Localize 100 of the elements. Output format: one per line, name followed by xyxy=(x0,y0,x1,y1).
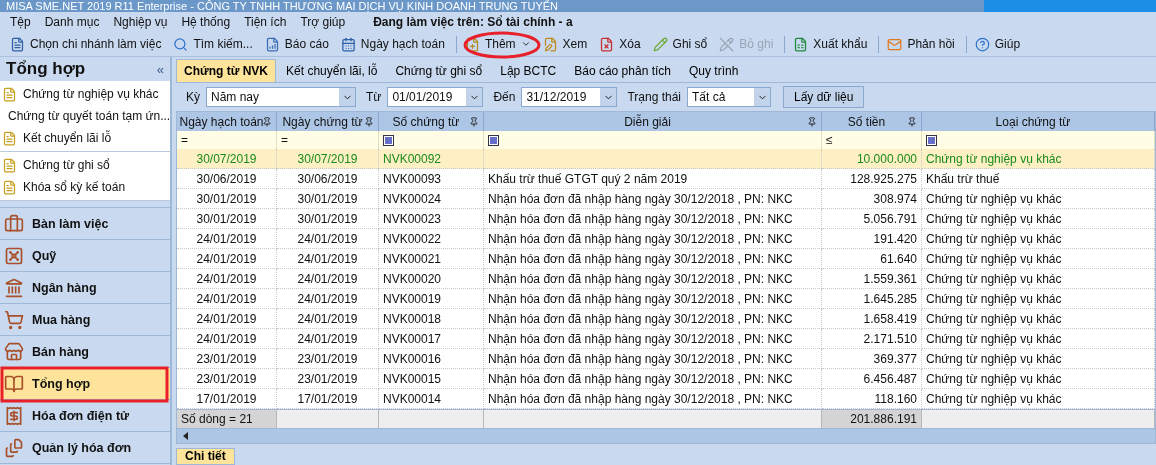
column-header[interactable]: Loại chứng từ xyxy=(922,112,1155,132)
module-button[interactable]: Tổng hợp xyxy=(0,368,170,400)
window-title: MISA SME.NET 2019 R11 Enterprise - CÔNG TY TNHH THƯƠNG MẠI DỊCH VỤ KINH DOANH TRUNG TUYẾN xyxy=(5,1,559,12)
fetch-data-button[interactable]: Lấy dữ liệu xyxy=(783,86,865,109)
toolbar-button[interactable]: Phản hồi xyxy=(878,35,959,53)
table-cell: 23/01/2019 xyxy=(277,349,379,370)
to-date-field[interactable]: 31/12/2019 xyxy=(521,87,618,108)
table-cell: 24/01/2019 xyxy=(177,309,277,330)
toolbar-button[interactable]: Báo cáo xyxy=(260,35,333,53)
report-icon xyxy=(264,36,280,52)
column-header[interactable]: Ngày hạch toán xyxy=(177,112,277,132)
table-cell: NVK00092 xyxy=(379,149,484,170)
table-cell: Khấu trừ thuế GTGT quý 2 năm 2019 xyxy=(484,169,822,190)
toolbar-button[interactable]: Ghi sổ xyxy=(648,35,712,53)
table-cell: NVK00024 xyxy=(379,189,484,210)
table-cell: Chứng từ nghiệp vụ khác xyxy=(922,389,1155,410)
tab[interactable]: Chứng từ NVK xyxy=(176,58,277,82)
document-icon xyxy=(2,157,17,173)
pin-icon xyxy=(907,116,917,127)
table-cell: 61.640 xyxy=(822,249,922,270)
column-header[interactable]: Diễn giải xyxy=(484,112,822,132)
table-cell: Chứng từ nghiệp vụ khác xyxy=(922,309,1155,330)
filter-mode-icon[interactable] xyxy=(926,134,937,146)
tab[interactable]: Chứng từ ghi sổ xyxy=(387,58,491,82)
toolbar-button[interactable]: Ngày hạch toán xyxy=(336,35,449,53)
filter-operator[interactable]: = xyxy=(181,133,188,148)
toolbar-button[interactable]: Xem xyxy=(538,35,592,53)
status-dropdown[interactable]: Tất cả xyxy=(687,87,771,108)
cart-icon xyxy=(4,309,24,330)
table-cell: Chứng từ nghiệp vụ khác xyxy=(922,349,1155,370)
pin-icon xyxy=(807,116,817,127)
toolbar-button[interactable]: Xóa xyxy=(595,35,645,53)
table-cell: 24/01/2019 xyxy=(177,249,277,270)
menu-item[interactable]: Trợ giúp xyxy=(300,15,346,29)
table-cell: 24/01/2019 xyxy=(277,229,379,250)
toolbar-button[interactable]: Xuất khẩu xyxy=(784,35,872,53)
period-dropdown[interactable]: Năm nay xyxy=(206,87,356,108)
sidebar-item[interactable]: Chứng từ ghi sổ xyxy=(0,154,170,176)
menu-item[interactable]: Nghiệp vụ xyxy=(113,15,168,29)
column-header[interactable]: Số chứng từ xyxy=(379,112,484,132)
from-date-field[interactable]: 01/01/2019 xyxy=(387,87,484,108)
table-cell: 17/01/2019 xyxy=(177,389,277,410)
toolbar-button[interactable]: Chọn chi nhánh làm việc xyxy=(6,35,166,53)
table-cell: NVK00019 xyxy=(379,289,484,310)
toolbar-button[interactable]: Tìm kiếm... xyxy=(169,35,257,53)
table-cell: 30/01/2019 xyxy=(177,189,277,210)
toolbar-button[interactable]: Giúp xyxy=(965,35,1025,53)
filter-mode-icon[interactable] xyxy=(488,134,499,146)
table-cell: 30/01/2019 xyxy=(177,209,277,230)
table-cell: NVK00017 xyxy=(379,329,484,350)
status-label: Trạng thái xyxy=(627,90,681,105)
table-cell: 128.925.275 xyxy=(822,169,922,190)
filter-operator[interactable]: = xyxy=(281,133,288,148)
toolbar-button[interactable]: Thêm xyxy=(455,35,535,53)
sidebar-item[interactable]: Chứng từ quyết toán tạm ứn... xyxy=(0,105,170,127)
table-cell: 17/01/2019 xyxy=(277,389,379,410)
column-header[interactable]: Số tiền xyxy=(822,112,922,132)
tab[interactable]: Kết chuyển lãi, lỗ xyxy=(278,58,386,82)
table-cell: 30/06/2019 xyxy=(177,169,277,190)
table-cell: Nhận hóa đơn đã nhập hàng ngày 30/12/2018 , PN: NKC xyxy=(484,329,822,350)
table-cell: 1.645.285 xyxy=(822,289,922,310)
table-cell: Chứng từ nghiệp vụ khác xyxy=(922,269,1155,290)
sidebar-item[interactable]: Khóa sổ kỳ kế toán xyxy=(0,176,170,198)
from-label: Từ xyxy=(366,90,382,105)
menu-item[interactable]: Hệ thống xyxy=(181,15,231,29)
detail-tab[interactable]: Chi tiết xyxy=(176,447,235,465)
menu-item[interactable]: Tiện ích xyxy=(244,15,287,29)
table-cell: Nhận hóa đơn đã nhập hàng ngày 30/12/2018 , PN: NKC xyxy=(484,369,822,390)
bank-icon xyxy=(4,277,24,298)
calendar-icon xyxy=(340,36,356,52)
collapse-button[interactable]: « xyxy=(156,61,164,77)
table-cell: 30/07/2019 xyxy=(277,149,379,170)
table-cell: Nhận hóa đơn đã nhập hàng ngày 30/12/2018 , PN: NKC xyxy=(484,389,822,410)
column-header[interactable]: Ngày chứng từ xyxy=(277,112,379,132)
tab[interactable]: Quy trình xyxy=(681,58,747,82)
to-label: Đến xyxy=(493,90,516,105)
table-cell: 24/01/2019 xyxy=(277,289,379,310)
table-cell: Nhận hóa đơn đã nhập hàng ngày 30/12/2018 , PN: NKC xyxy=(484,249,822,270)
menu-item[interactable]: Danh mục xyxy=(44,15,100,29)
sidebar-item[interactable]: Kết chuyển lãi lỗ xyxy=(0,127,170,149)
sidebar-item[interactable]: Chứng từ nghiệp vụ khác xyxy=(0,83,170,105)
table-cell: 23/01/2019 xyxy=(177,349,277,370)
table-cell: 2.171.510 xyxy=(822,329,922,350)
tab[interactable]: Báo cáo phân tích xyxy=(566,58,679,82)
pencil-icon xyxy=(652,36,668,52)
store-icon xyxy=(4,341,24,362)
table-cell: 30/01/2019 xyxy=(277,209,379,230)
document-list-icon xyxy=(10,36,25,52)
menu-item[interactable]: Tệp xyxy=(10,15,31,29)
caret-icon xyxy=(520,39,531,49)
filter-mode-icon[interactable] xyxy=(383,134,394,146)
table-cell: Chứng từ nghiệp vụ khác xyxy=(922,189,1155,210)
scroll-left-icon[interactable] xyxy=(183,432,188,441)
table-cell: Chứng từ nghiệp vụ khác xyxy=(922,209,1155,230)
briefcase-icon xyxy=(4,213,24,234)
filter-operator[interactable]: ≤ xyxy=(826,133,833,148)
table-cell: 118.160 xyxy=(822,389,922,410)
tab[interactable]: Lập BCTC xyxy=(492,58,565,82)
table-cell: NVK00015 xyxy=(379,369,484,390)
document-icon xyxy=(2,86,17,102)
